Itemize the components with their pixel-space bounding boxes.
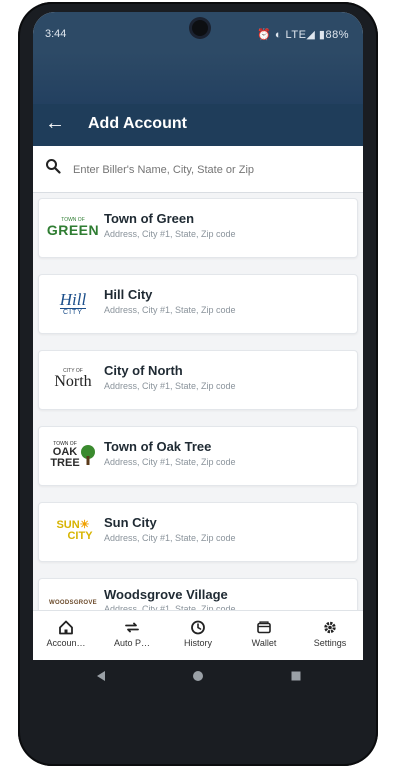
biller-card-hill-city[interactable]: Hill CITY Hill City Address, City #1, St… — [38, 274, 358, 334]
nav-accounts[interactable]: Accoun… — [33, 611, 99, 660]
nav-autopay[interactable]: Auto P… — [99, 611, 165, 660]
system-back-icon[interactable] — [95, 670, 107, 682]
biller-card-sun-city[interactable]: SUN☀ CITY Sun City Address, City #1, Sta… — [38, 502, 358, 562]
search-icon — [46, 159, 61, 174]
biller-address: Address, City #1, State, Zip code — [104, 381, 236, 391]
biller-card-town-of-oak-tree[interactable]: TOWN OF OAK TREE Town of Oak Tree Addres… — [38, 426, 358, 486]
biller-address: Address, City #1, State, Zip code — [104, 229, 236, 239]
status-icons: ⏰ ◐ LTE◢ ▮88% — [257, 29, 349, 41]
biller-name: Town of Green — [104, 211, 195, 226]
town-of-green-logo: TOWN OF GREEN — [46, 216, 100, 238]
biller-address: Address, City #1, State, Zip code — [104, 533, 236, 543]
biller-card-city-of-north[interactable]: CITY OF North City of North Address, Cit… — [38, 350, 358, 410]
system-navigation — [33, 660, 363, 700]
back-arrow-icon[interactable]: ← — [45, 112, 65, 135]
camera-icon — [192, 20, 208, 36]
autopay-icon — [125, 622, 139, 633]
nav-label: Accoun… — [46, 638, 86, 648]
biller-name: City of North — [104, 363, 183, 378]
nav-history[interactable]: History — [165, 611, 231, 660]
status-bar: 3:44 ⏰ ◐ LTE◢ ▮88% — [33, 12, 363, 52]
biller-name: Sun City — [104, 515, 157, 530]
system-home-icon[interactable] — [192, 670, 204, 682]
nav-label: Settings — [313, 638, 347, 648]
biller-name: Town of Oak Tree — [104, 439, 212, 454]
page-title: Add Account — [88, 115, 187, 132]
screen: 3:44 ⏰ ◐ LTE◢ ▮88% ← Add Account TOWN OF… — [33, 12, 363, 660]
biller-address: Address, City #1, State, Zip code — [104, 457, 236, 467]
home-icon — [59, 620, 73, 635]
nav-wallet[interactable]: Wallet — [231, 611, 297, 660]
gear-icon — [324, 621, 336, 634]
search-bar — [33, 146, 363, 193]
biller-name: Woodsgrove Village — [104, 587, 228, 602]
history-icon — [191, 620, 205, 635]
search-input[interactable] — [71, 157, 355, 183]
town-of-oak-tree-logo: TOWN OF OAK TREE — [45, 435, 101, 475]
sun-city-logo: SUN☀ CITY — [56, 519, 93, 542]
app-bar: ← Add Account — [33, 104, 363, 146]
nav-label: Auto P… — [113, 638, 151, 648]
bottom-navigation: Accoun… Auto P… History Wallet Settings — [33, 610, 363, 660]
nav-settings[interactable]: Settings — [297, 611, 363, 660]
header-background — [33, 52, 363, 104]
city-of-north-logo: CITY OF North — [54, 367, 92, 390]
wallet-icon — [257, 621, 271, 634]
tree-icon — [80, 445, 95, 465]
hill-city-logo: Hill CITY — [59, 289, 87, 316]
biller-address: Address, City #1, State, Zip code — [104, 305, 236, 315]
system-recents-icon[interactable] — [290, 670, 302, 682]
biller-card-town-of-green[interactable]: TOWN OF GREEN Town of Green Address, Cit… — [38, 198, 358, 258]
biller-name: Hill City — [104, 287, 153, 302]
nav-label: Wallet — [251, 638, 277, 648]
nav-label: History — [183, 638, 212, 648]
status-time: 3:44 — [45, 28, 67, 40]
